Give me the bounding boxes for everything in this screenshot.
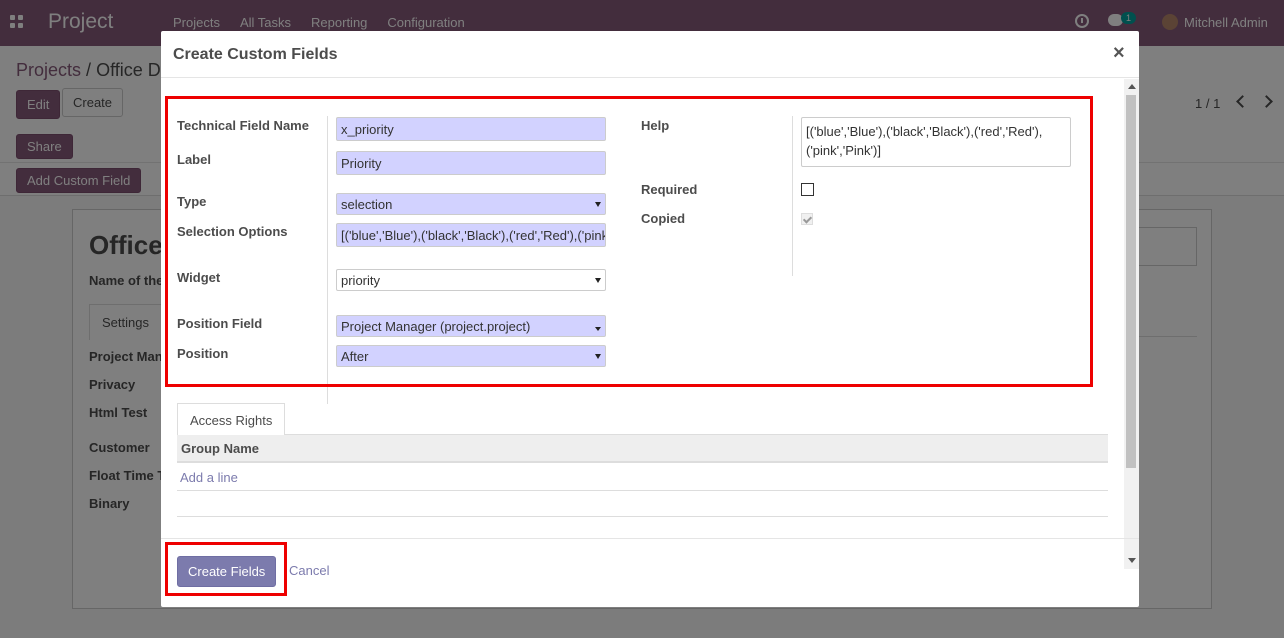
create-custom-fields-dialog: Create Custom Fields × Technical Field N…: [161, 31, 1139, 607]
scroll-up-icon[interactable]: [1128, 84, 1136, 89]
cancel-button[interactable]: Cancel: [289, 563, 329, 578]
column-group-name: Group Name: [181, 441, 260, 456]
table-header: Group Name: [177, 435, 1108, 463]
dialog-header: Create Custom Fields ×: [161, 31, 1139, 78]
tab-access-rights[interactable]: Access Rights: [177, 403, 286, 436]
table-row: [177, 490, 1108, 491]
dialog-footer: Create Fields Cancel: [161, 538, 1139, 607]
scrollbar-thumb[interactable]: [1126, 95, 1136, 468]
dialog-title: Create Custom Fields: [173, 46, 338, 63]
vertical-scrollbar[interactable]: [1124, 79, 1139, 569]
highlight-box: [165, 542, 287, 596]
add-line-link[interactable]: Add a line: [180, 470, 238, 485]
highlight-box: [165, 96, 1093, 387]
notebook-tabs: Access Rights: [177, 403, 1108, 436]
close-icon[interactable]: ×: [1113, 42, 1125, 65]
table-row: [177, 516, 1108, 517]
dialog-body: Technical Field Name Label Type Selectio…: [161, 79, 1139, 569]
